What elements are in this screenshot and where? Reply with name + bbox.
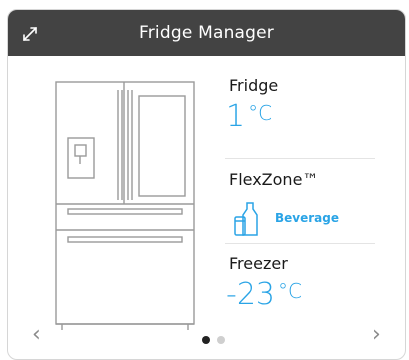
freezer-temp-unit: °C — [278, 279, 302, 303]
page-indicator-dot[interactable] — [217, 336, 225, 344]
page-indicator-dot-active[interactable] — [202, 336, 210, 344]
next-page-button[interactable]: › — [372, 324, 381, 346]
page-title: Fridge Manager — [138, 23, 274, 43]
card-header: Fridge Manager — [8, 10, 405, 56]
beverage-icon — [233, 201, 259, 237]
previous-page-button[interactable]: ‹ — [32, 324, 41, 346]
divider — [225, 243, 375, 244]
fridge-temp-value: 1 — [226, 99, 246, 134]
fridge-label: Fridge — [229, 76, 279, 95]
flexzone-label: FlexZone™ — [229, 170, 319, 189]
freezer-temperature[interactable]: -23 °C — [226, 277, 302, 312]
flexzone-mode-label[interactable]: Beverage — [275, 211, 339, 225]
fridge-temp-unit: °C — [248, 101, 273, 125]
fridge-manager-card: Fridge Manager Fridge 1 °C FlexZone™ Bev… — [7, 9, 406, 360]
freezer-label: Freezer — [229, 254, 288, 273]
divider — [225, 158, 375, 159]
freezer-temp-value: -23 — [226, 277, 275, 312]
fridge-temperature[interactable]: 1 °C — [226, 99, 272, 134]
refrigerator-illustration — [52, 80, 198, 332]
